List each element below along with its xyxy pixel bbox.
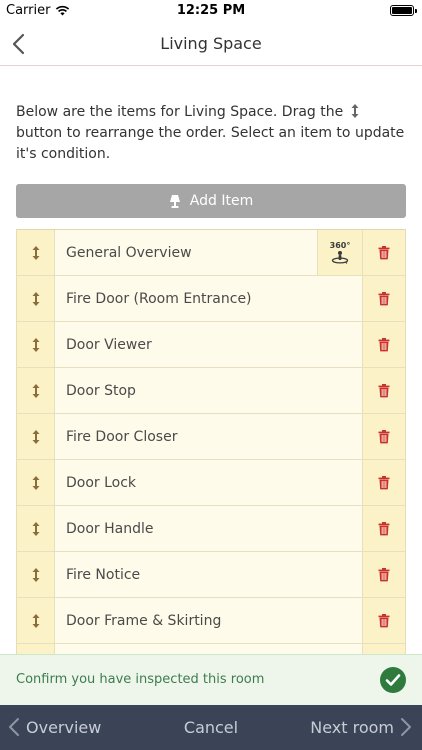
trash-icon <box>378 337 390 351</box>
page-title: Living Space <box>160 34 262 53</box>
drag-arrow-icon <box>351 104 359 118</box>
drag-arrow-icon <box>32 291 39 306</box>
check-circle-icon <box>385 674 401 686</box>
trash-icon <box>378 567 390 581</box>
bottom-toolbar: Overview Cancel Next room <box>0 705 422 750</box>
list-item[interactable]: Door Stop <box>17 367 405 413</box>
trash-icon <box>378 429 390 443</box>
list-item-label[interactable]: Fire Door Closer <box>55 414 362 459</box>
delete-item-button[interactable] <box>362 644 405 654</box>
overview-label: Overview <box>26 717 102 737</box>
drag-arrow-icon <box>32 567 39 582</box>
list-item[interactable] <box>17 643 405 654</box>
chevron-left-icon <box>9 718 19 736</box>
trash-icon <box>378 475 390 489</box>
item-list: General Overview 360° Fire Door (Room En… <box>16 229 406 654</box>
list-item-label[interactable]: Door Stop <box>55 368 362 413</box>
drag-handle[interactable] <box>17 276 55 321</box>
panorama-360-icon <box>331 251 349 264</box>
trash-icon <box>378 291 390 305</box>
add-item-label: Add Item <box>189 193 254 209</box>
list-item[interactable]: Door Handle <box>17 505 405 551</box>
drag-handle[interactable] <box>17 644 55 654</box>
pano-label: 360° <box>329 241 351 250</box>
drag-handle[interactable] <box>17 598 55 643</box>
list-item[interactable]: Fire Door (Room Entrance) <box>17 275 405 321</box>
delete-item-button[interactable] <box>362 276 405 321</box>
drag-arrow-icon <box>32 383 39 398</box>
drag-handle[interactable] <box>17 460 55 505</box>
instructions-text: Below are the items for Living Space. Dr… <box>16 102 412 165</box>
trash-icon <box>378 245 390 259</box>
add-item-button[interactable]: Add Item <box>16 184 406 218</box>
drag-handle[interactable] <box>17 414 55 459</box>
drag-handle[interactable] <box>17 322 55 367</box>
list-item-label[interactable]: General Overview <box>55 230 317 275</box>
list-item-label[interactable]: Door Handle <box>55 506 362 551</box>
drag-arrow-icon <box>32 613 39 628</box>
delete-item-button[interactable] <box>362 368 405 413</box>
next-room-label: Next room <box>310 717 394 737</box>
list-item-label[interactable] <box>55 644 362 654</box>
trash-icon <box>378 383 390 397</box>
view-360-button[interactable]: 360° <box>317 230 362 275</box>
delete-item-button[interactable] <box>362 230 405 275</box>
chevron-right-icon <box>401 718 411 736</box>
drag-arrow-icon <box>32 475 39 490</box>
confirm-inspected-bar[interactable]: Confirm you have inspected this room <box>0 654 422 705</box>
instructions-part-1: Below are the items for Living Space. Dr… <box>16 104 344 120</box>
list-item[interactable]: General Overview 360° <box>17 229 405 275</box>
lamp-icon <box>169 194 180 208</box>
drag-arrow-icon <box>32 245 39 260</box>
battery-icon <box>390 5 417 16</box>
list-item[interactable]: Door Frame & Skirting <box>17 597 405 643</box>
drag-arrow-icon <box>32 521 39 536</box>
drag-arrow-icon <box>32 337 39 352</box>
drag-handle[interactable] <box>17 368 55 413</box>
trash-icon <box>378 521 390 535</box>
confirm-check-button[interactable] <box>380 667 406 693</box>
trash-icon <box>378 613 390 627</box>
drag-handle[interactable] <box>17 552 55 597</box>
list-item[interactable]: Door Lock <box>17 459 405 505</box>
delete-item-button[interactable] <box>362 414 405 459</box>
instructions-part-2: button to rearrange the order. Select an… <box>16 125 405 162</box>
next-room-button[interactable]: Next room <box>310 717 412 737</box>
list-item-label[interactable]: Door Frame & Skirting <box>55 598 362 643</box>
status-time: 12:25 PM <box>176 3 246 18</box>
overview-button[interactable]: Overview <box>8 717 101 737</box>
confirm-text: Confirm you have inspected this room <box>16 672 265 687</box>
list-item[interactable]: Door Viewer <box>17 321 405 367</box>
list-item[interactable]: Fire Notice <box>17 551 405 597</box>
nav-bar: Living Space <box>0 22 422 66</box>
delete-item-button[interactable] <box>362 552 405 597</box>
delete-item-button[interactable] <box>362 460 405 505</box>
list-item-label[interactable]: Fire Door (Room Entrance) <box>55 276 362 321</box>
status-bar: Carrier 12:25 PM <box>0 0 422 22</box>
drag-handle[interactable] <box>17 230 55 275</box>
list-item-label[interactable]: Fire Notice <box>55 552 362 597</box>
delete-item-button[interactable] <box>362 598 405 643</box>
cancel-button[interactable]: Cancel <box>184 718 238 737</box>
drag-handle[interactable] <box>17 506 55 551</box>
battery-fill <box>392 7 412 14</box>
list-item-label[interactable]: Door Lock <box>55 460 362 505</box>
delete-item-button[interactable] <box>362 322 405 367</box>
list-item[interactable]: Fire Door Closer <box>17 413 405 459</box>
delete-item-button[interactable] <box>362 506 405 551</box>
list-item-label[interactable]: Door Viewer <box>55 322 362 367</box>
drag-arrow-icon <box>32 429 39 444</box>
